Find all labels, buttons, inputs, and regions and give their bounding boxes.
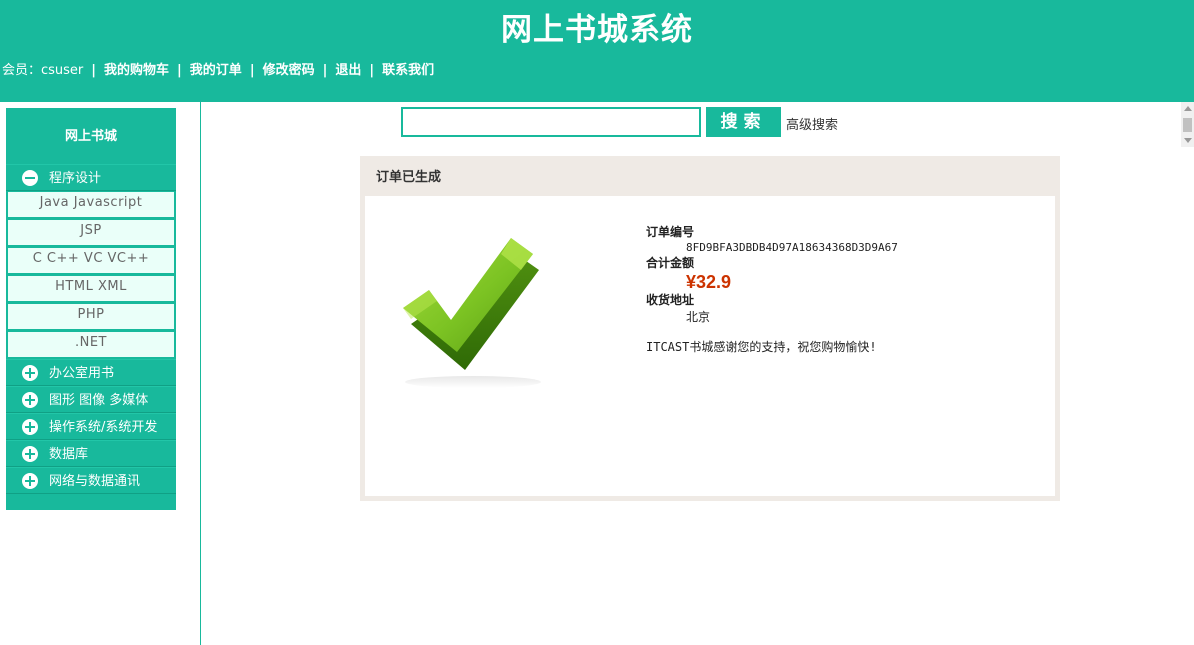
plus-icon (22, 473, 38, 489)
category-label: 图形 图像 多媒体 (49, 393, 149, 408)
panel-title: 订单已生成 (376, 170, 442, 185)
nav-logout-link[interactable]: 退出 (335, 63, 361, 78)
subcategory-item[interactable]: PHP (6, 303, 176, 331)
nav-cart-link[interactable]: 我的购物车 (104, 63, 169, 78)
thank-you-message: ITCAST书城感谢您的支持，祝您购物愉快! (646, 340, 877, 354)
checkmark-icon (393, 224, 553, 394)
category-database[interactable]: 数据库 (6, 440, 176, 467)
minus-icon (22, 170, 38, 186)
subcategory-label[interactable]: Java Javascript (7, 191, 175, 218)
scrollbar[interactable] (1181, 102, 1194, 147)
subcategory-label[interactable]: C C++ VC VC++ (7, 247, 175, 274)
nav-separator: | (91, 63, 97, 78)
category-graphics[interactable]: 图形 图像 多媒体 (6, 386, 176, 413)
order-total-label: 合计金额 (646, 256, 695, 270)
category-label: 办公室用书 (49, 366, 115, 381)
nav-separator: | (249, 63, 255, 78)
member-label: 会员：csuser (2, 63, 84, 78)
plus-icon (22, 419, 38, 435)
category-label: 操作系统/系统开发 (49, 420, 158, 435)
plus-icon (22, 392, 38, 408)
category-office[interactable]: 办公室用书 (6, 359, 176, 386)
subcategory-item[interactable]: C C++ VC VC++ (6, 247, 176, 275)
order-info: 订单编号 8FD9BFA3DBDB4D97A18634368D3D9A67 合计… (646, 224, 898, 355)
site-title: 网上书城系统 (501, 12, 693, 48)
user-nav: 会员：csuser | 我的购物车 | 我的订单 | 修改密码 | 退出 | 联系我们 (2, 59, 434, 78)
category-os[interactable]: 操作系统/系统开发 (6, 413, 176, 440)
category-label: 数据库 (49, 447, 89, 462)
subcategory-label[interactable]: HTML XML (7, 275, 175, 302)
category-programming[interactable]: 程序设计 (6, 164, 176, 191)
nav-orders-link[interactable]: 我的订单 (190, 63, 242, 78)
content-divider (200, 102, 201, 645)
nav-change-password-link[interactable]: 修改密码 (263, 63, 315, 78)
category-network[interactable]: 网络与数据通讯 (6, 467, 176, 494)
scroll-up-arrow-icon[interactable] (1184, 106, 1192, 111)
subcategory-label[interactable]: PHP (7, 303, 175, 330)
scroll-down-arrow-icon[interactable] (1184, 138, 1192, 143)
nav-separator: | (322, 63, 328, 78)
advanced-search-link[interactable]: 高级搜索 (786, 114, 838, 133)
order-confirmation-panel: 订单已生成 订单编号 8FD9BFA3DBDB4D97A18634368D3D9… (360, 156, 1060, 501)
nav-separator: | (369, 63, 375, 78)
site-header: 网上书城系统 会员：csuser | 我的购物车 | 我的订单 | 修改密码 | 退出 | 联系我们 (0, 0, 1194, 102)
subcategory-item[interactable]: JSP (6, 219, 176, 247)
subcategory-item[interactable]: .NET (6, 331, 176, 359)
scroll-thumb[interactable] (1183, 118, 1192, 132)
subcategory-label[interactable]: .NET (7, 331, 175, 358)
plus-icon (22, 446, 38, 462)
category-label: 网络与数据通讯 (49, 474, 141, 489)
subcategory-item[interactable]: Java Javascript (6, 191, 176, 219)
sidebar-title: 网上书城 (64, 129, 117, 144)
nav-contact-link[interactable]: 联系我们 (382, 63, 434, 78)
subcategory-item[interactable]: HTML XML (6, 275, 176, 303)
plus-icon (22, 365, 38, 381)
shipping-address-label: 收货地址 (646, 293, 695, 307)
shipping-address-value: 北京 (686, 310, 711, 324)
search-button[interactable]: 搜索 (706, 107, 781, 137)
panel-body: 订单编号 8FD9BFA3DBDB4D97A18634368D3D9A67 合计… (365, 196, 1055, 496)
search-input[interactable] (401, 107, 701, 137)
nav-separator: | (177, 63, 182, 78)
category-sidebar: 网上书城 程序设计 Java Javascript JSP C C++ VC V… (6, 108, 176, 510)
subcategory-label[interactable]: JSP (7, 219, 175, 246)
category-label: 程序设计 (49, 171, 102, 186)
order-id-value: 8FD9BFA3DBDB4D97A18634368D3D9A67 (686, 241, 898, 254)
order-total-value: ¥32.9 (686, 272, 732, 292)
order-id-label: 订单编号 (646, 225, 695, 239)
